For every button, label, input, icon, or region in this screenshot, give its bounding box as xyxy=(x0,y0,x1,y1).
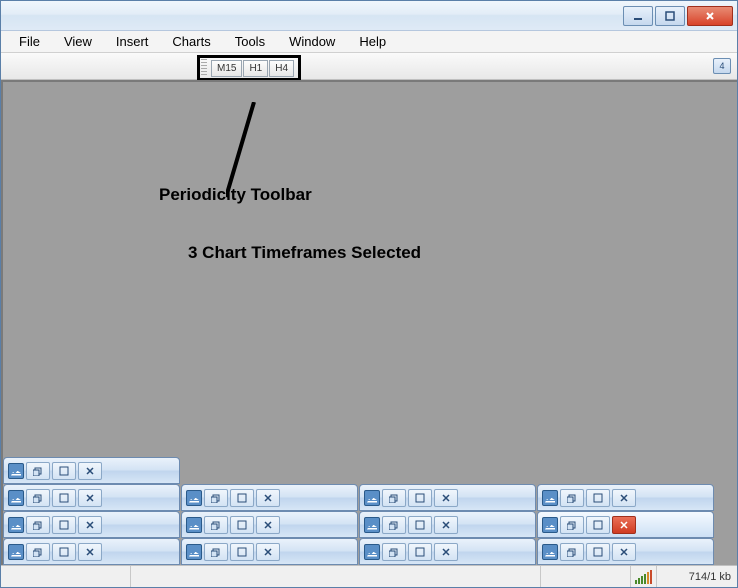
window-controls xyxy=(623,6,733,26)
chart-icon xyxy=(364,517,380,533)
timeframe-h4-button[interactable]: H4 xyxy=(269,60,294,77)
minimized-chart[interactable] xyxy=(359,484,536,511)
minimized-chart[interactable] xyxy=(3,484,180,511)
mini-restore-button[interactable] xyxy=(382,489,406,507)
app-window: File View Insert Charts Tools Window Hel… xyxy=(0,0,738,588)
mini-restore-button[interactable] xyxy=(26,516,50,534)
minimized-chart[interactable] xyxy=(3,457,180,484)
minimized-chart-active[interactable] xyxy=(537,511,714,538)
mini-restore-button[interactable] xyxy=(560,516,584,534)
mini-restore-button[interactable] xyxy=(26,489,50,507)
status-cell-main xyxy=(131,566,541,587)
mini-maximize-button[interactable] xyxy=(586,543,610,561)
status-bar: 714/1 kb xyxy=(1,565,737,587)
menu-help[interactable]: Help xyxy=(349,32,396,51)
menu-view[interactable]: View xyxy=(54,32,102,51)
timeframe-h1-button[interactable]: H1 xyxy=(243,60,268,77)
connection-stats: 714/1 kb xyxy=(657,566,737,587)
minimized-chart[interactable] xyxy=(181,511,358,538)
connection-indicator[interactable] xyxy=(631,566,657,587)
mini-close-button[interactable] xyxy=(256,543,280,561)
annotation-label-1: Periodicity Toolbar xyxy=(159,185,312,205)
mini-maximize-button[interactable] xyxy=(52,543,76,561)
minimize-button[interactable] xyxy=(623,6,653,26)
chart-icon xyxy=(8,544,24,560)
mini-close-button[interactable] xyxy=(78,516,102,534)
minimized-chart[interactable] xyxy=(3,538,180,565)
mini-close-button[interactable] xyxy=(256,489,280,507)
chart-icon xyxy=(8,517,24,533)
mini-close-button[interactable] xyxy=(256,516,280,534)
minimized-chart[interactable] xyxy=(3,511,180,538)
menu-bar: File View Insert Charts Tools Window Hel… xyxy=(1,31,737,53)
menu-charts[interactable]: Charts xyxy=(162,32,220,51)
mini-restore-button[interactable] xyxy=(382,543,406,561)
mini-maximize-button[interactable] xyxy=(586,516,610,534)
mini-close-button[interactable] xyxy=(612,516,636,534)
mini-close-button[interactable] xyxy=(78,489,102,507)
mini-close-button[interactable] xyxy=(434,489,458,507)
chart-icon xyxy=(186,490,202,506)
annotation-label-2: 3 Chart Timeframes Selected xyxy=(188,243,421,263)
mini-close-button[interactable] xyxy=(612,489,636,507)
mini-maximize-button[interactable] xyxy=(408,489,432,507)
minimized-charts-area xyxy=(3,457,737,565)
maximize-button[interactable] xyxy=(655,6,685,26)
mini-restore-button[interactable] xyxy=(204,489,228,507)
mini-maximize-button[interactable] xyxy=(586,489,610,507)
mini-maximize-button[interactable] xyxy=(230,489,254,507)
mini-maximize-button[interactable] xyxy=(52,516,76,534)
chart-icon xyxy=(542,544,558,560)
chart-icon xyxy=(542,490,558,506)
chart-icon xyxy=(186,544,202,560)
mini-close-button[interactable] xyxy=(434,516,458,534)
status-cell-2 xyxy=(541,566,631,587)
chart-icon xyxy=(8,490,24,506)
mini-maximize-button[interactable] xyxy=(230,543,254,561)
chart-icon xyxy=(364,544,380,560)
mini-maximize-button[interactable] xyxy=(408,516,432,534)
mini-restore-button[interactable] xyxy=(204,516,228,534)
signal-bars-icon xyxy=(631,570,656,584)
mini-restore-button[interactable] xyxy=(26,462,50,480)
mini-maximize-button[interactable] xyxy=(52,489,76,507)
mini-restore-button[interactable] xyxy=(560,489,584,507)
menu-window[interactable]: Window xyxy=(279,32,345,51)
chart-icon xyxy=(186,517,202,533)
timeframe-m15-button[interactable]: M15 xyxy=(211,60,242,77)
minimized-chart[interactable] xyxy=(359,511,536,538)
menu-file[interactable]: File xyxy=(9,32,50,51)
mini-maximize-button[interactable] xyxy=(230,516,254,534)
minimized-chart[interactable] xyxy=(537,538,714,565)
mini-maximize-button[interactable] xyxy=(52,462,76,480)
minimized-chart[interactable] xyxy=(181,538,358,565)
minimized-chart[interactable] xyxy=(537,484,714,511)
periodicity-toolbar[interactable]: M15 H1 H4 xyxy=(197,55,301,81)
chart-icon xyxy=(364,490,380,506)
chart-icon xyxy=(8,463,24,479)
mini-restore-button[interactable] xyxy=(560,543,584,561)
notifications-badge[interactable]: 4 xyxy=(713,58,731,74)
title-bar xyxy=(1,1,737,31)
mini-close-button[interactable] xyxy=(78,462,102,480)
mini-close-button[interactable] xyxy=(434,543,458,561)
chart-workspace: Periodicity Toolbar 3 Chart Timeframes S… xyxy=(1,80,737,565)
mini-restore-button[interactable] xyxy=(204,543,228,561)
mini-maximize-button[interactable] xyxy=(408,543,432,561)
menu-tools[interactable]: Tools xyxy=(225,32,275,51)
menu-insert[interactable]: Insert xyxy=(106,32,159,51)
minimized-chart[interactable] xyxy=(181,484,358,511)
status-cell-1 xyxy=(1,566,131,587)
mini-restore-button[interactable] xyxy=(382,516,406,534)
minimized-chart[interactable] xyxy=(359,538,536,565)
close-button[interactable] xyxy=(687,6,733,26)
mini-restore-button[interactable] xyxy=(26,543,50,561)
toolbar-grip-icon[interactable] xyxy=(201,59,207,77)
toolbar-strip: M15 H1 H4 4 xyxy=(1,53,737,80)
mini-close-button[interactable] xyxy=(612,543,636,561)
mini-close-button[interactable] xyxy=(78,543,102,561)
chart-icon xyxy=(542,517,558,533)
